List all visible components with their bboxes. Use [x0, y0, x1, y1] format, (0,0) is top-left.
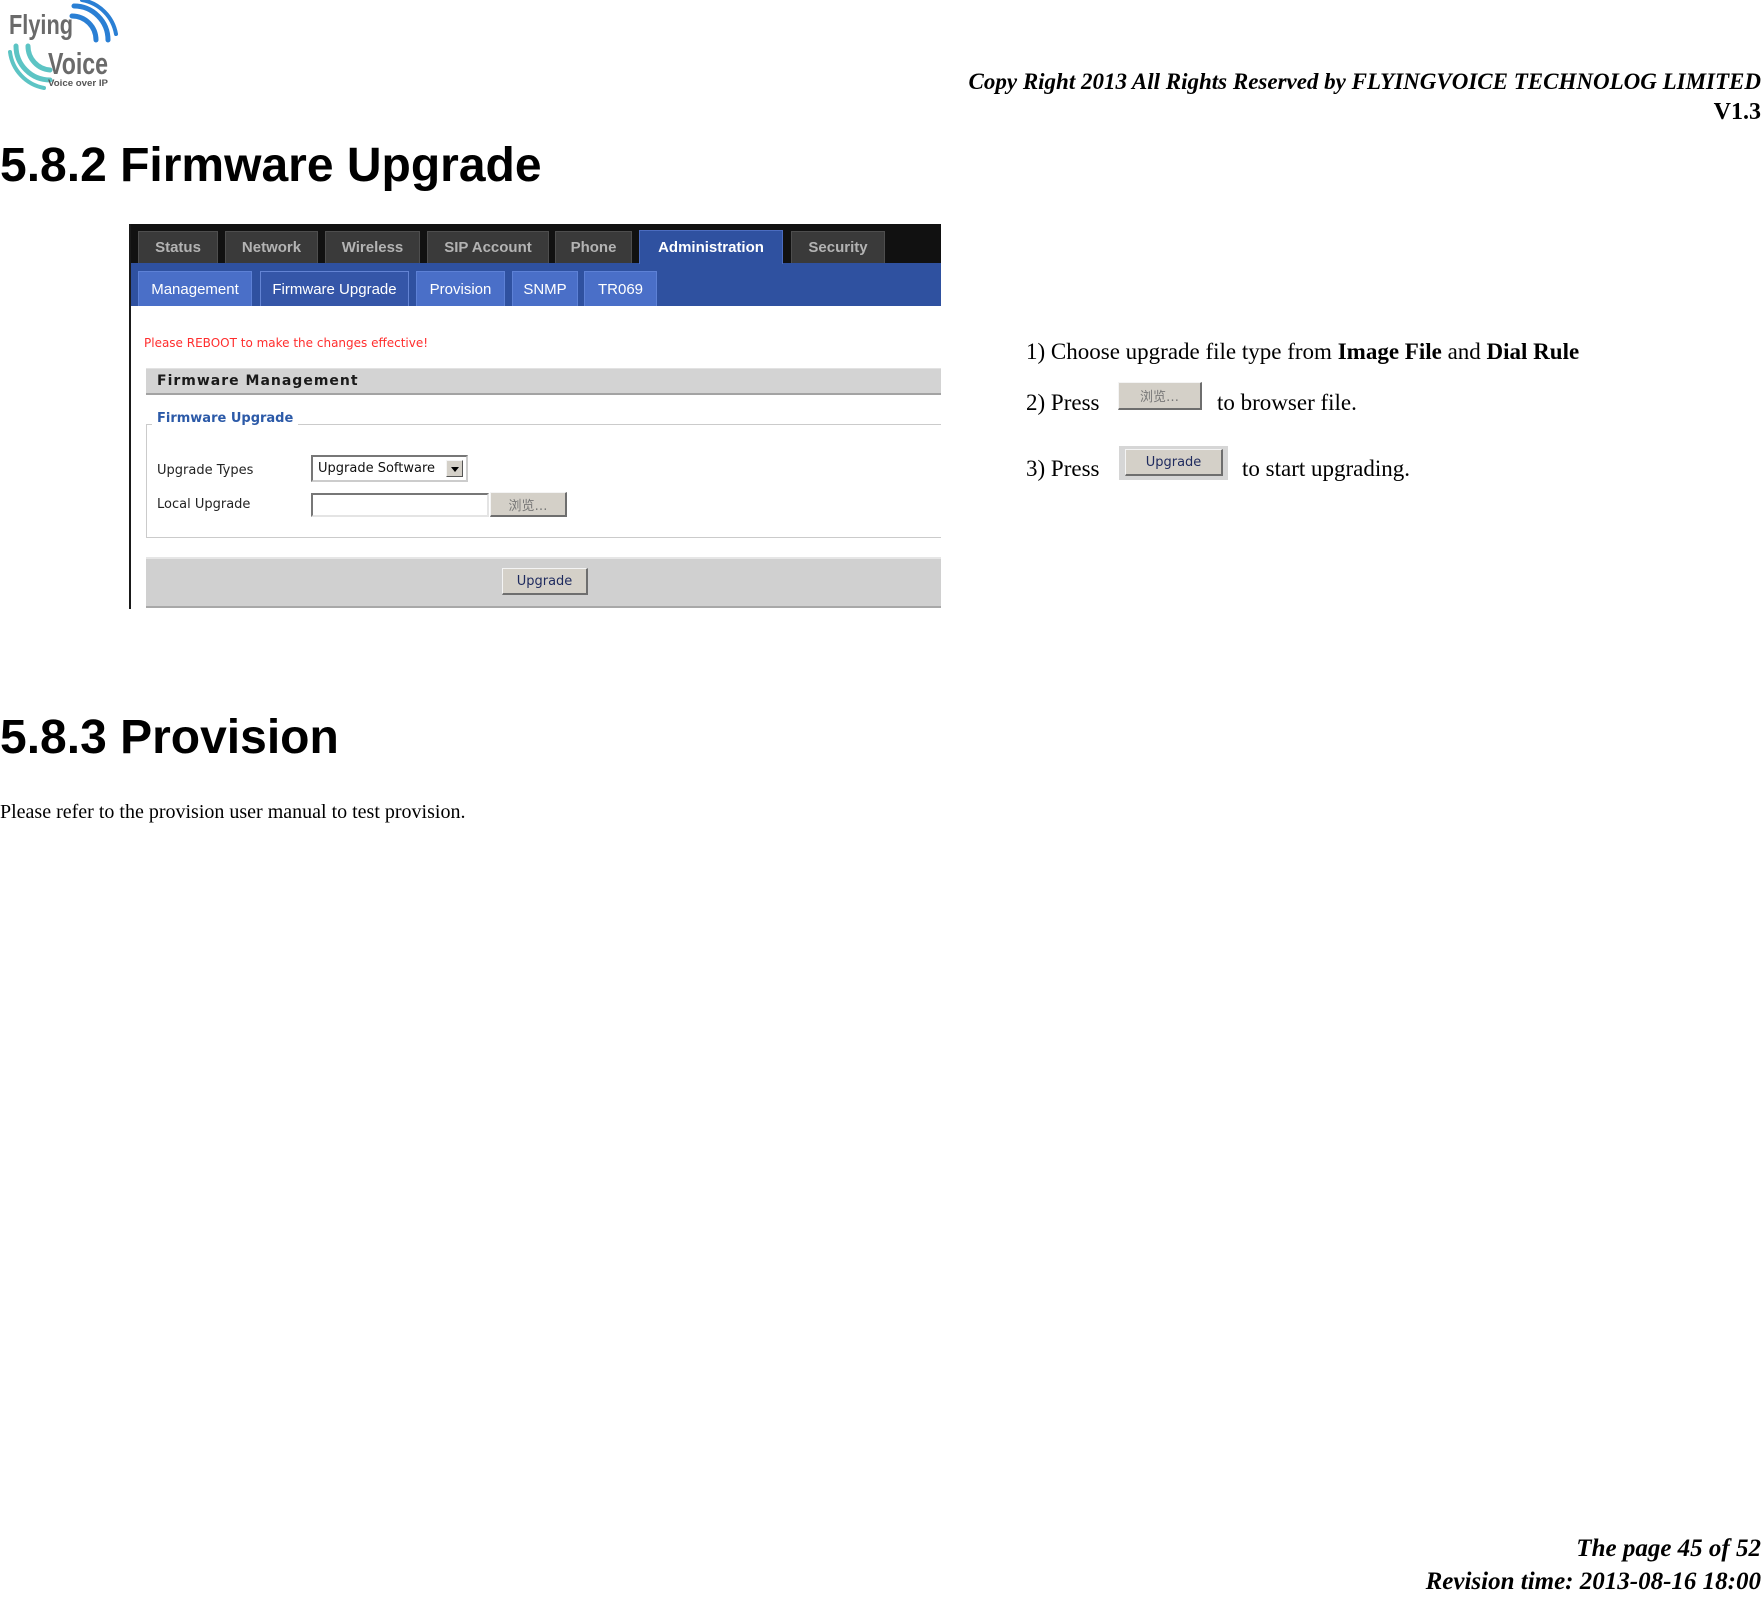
tab-phone[interactable]: Phone	[555, 231, 632, 263]
reboot-notice: Please REBOOT to make the changes effect…	[144, 336, 429, 350]
step-1-dial-rule: Dial Rule	[1486, 339, 1580, 364]
tab-security[interactable]: Security	[791, 231, 885, 263]
upgrade-types-value: Upgrade Software	[318, 461, 436, 476]
upgrade-types-label: Upgrade Types	[157, 463, 254, 478]
subtab-snmp[interactable]: SNMP	[512, 271, 578, 306]
logo-word-flying: Flying	[9, 9, 73, 40]
step-1-image-file: Image File	[1337, 339, 1442, 364]
step-3-suffix: to start upgrading.	[1242, 456, 1410, 481]
step-1-and: and	[1441, 339, 1487, 364]
upgrade-button-illustration-frame: Upgrade	[1119, 446, 1228, 480]
browse-button[interactable]: 浏览…	[490, 492, 567, 517]
instruction-step-1: 1) Choose upgrade file type from Image F…	[1026, 338, 1579, 366]
subtab-tr069[interactable]: TR069	[584, 271, 657, 306]
tab-sip-account[interactable]: SIP Account	[427, 231, 549, 263]
logo-tagline: Voice over IP	[48, 78, 108, 88]
fieldset-legend: Firmware Upgrade	[152, 410, 299, 427]
flyingvoice-logo: Flying Voice Voice over IP	[8, 0, 118, 90]
panel-title: Firmware Management	[157, 373, 359, 389]
subtab-firmware-upgrade[interactable]: Firmware Upgrade	[260, 271, 409, 306]
tab-status[interactable]: Status	[138, 231, 218, 263]
provision-paragraph: Please refer to the provision user manua…	[0, 801, 466, 823]
tab-network[interactable]: Network	[225, 231, 318, 263]
tab-administration[interactable]: Administration	[639, 230, 783, 264]
local-upgrade-file-input[interactable]	[311, 493, 489, 517]
footer-page-number: The page 45 of 52	[1576, 1535, 1761, 1562]
step-2-prefix: 2) Press	[1026, 390, 1100, 415]
header-copyright: Copy Right 2013 All Rights Reserved by F…	[968, 69, 1761, 94]
panel-title-bar: Firmware Management	[146, 368, 941, 395]
upgrade-types-select[interactable]: Upgrade Software	[311, 455, 468, 482]
upgrade-button[interactable]: Upgrade	[502, 568, 588, 595]
chevron-down-icon[interactable]	[446, 460, 463, 477]
subtab-provision[interactable]: Provision	[416, 271, 505, 306]
browse-button-illustration: 浏览…	[1118, 382, 1202, 410]
section-heading-firmware-upgrade: 5.8.2 Firmware Upgrade	[0, 139, 542, 192]
tab-wireless[interactable]: Wireless	[325, 231, 420, 263]
header-version: V1.3	[1713, 99, 1761, 125]
step-2-suffix: to browser file.	[1217, 390, 1357, 415]
section-heading-provision: 5.8.3 Provision	[0, 711, 339, 764]
subtab-management[interactable]: Management	[138, 271, 252, 306]
step-3-prefix: 3) Press	[1026, 456, 1100, 481]
local-upgrade-label: Local Upgrade	[157, 497, 251, 512]
firmware-upgrade-fieldset	[146, 424, 941, 538]
footer-revision-time: Revision time: 2013-08-16 18:00	[1425, 1568, 1761, 1595]
upgrade-button-illustration: Upgrade	[1125, 449, 1223, 476]
step-1-text: 1) Choose upgrade file type from	[1026, 339, 1338, 364]
logo-word-voice: Voice	[48, 46, 108, 81]
firmware-upgrade-screenshot: Status Network Wireless SIP Account Phon…	[129, 224, 941, 609]
